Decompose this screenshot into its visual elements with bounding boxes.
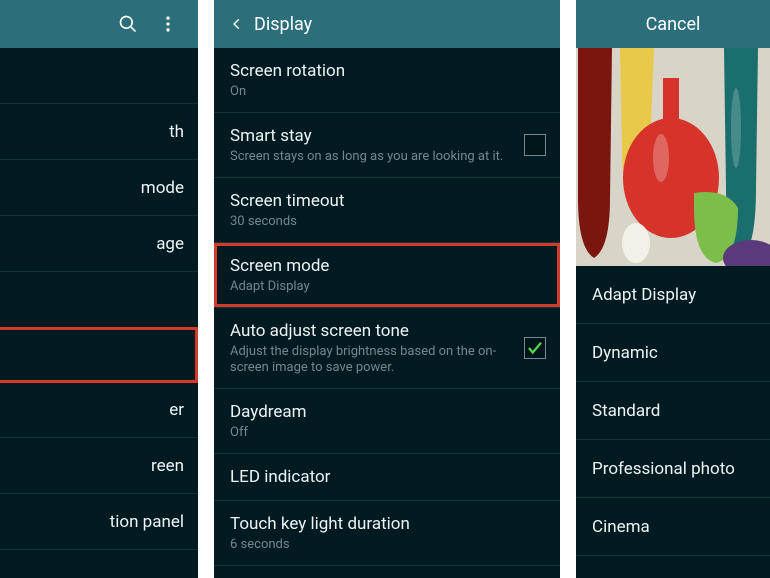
overflow-menu-icon[interactable]	[148, 0, 188, 48]
mode-option-adapt-display[interactable]: Adapt Display	[576, 266, 770, 324]
mode-option-label: Professional photo	[592, 459, 735, 479]
settings-header	[0, 0, 198, 48]
list-item[interactable]: th	[0, 104, 198, 160]
list-item[interactable]: reen	[0, 438, 198, 494]
mode-option-label: Adapt Display	[592, 285, 696, 305]
screen-mode-header: Cancel	[576, 0, 770, 48]
list-item-label: mode	[141, 178, 184, 198]
setting-smart-stay[interactable]: Smart stay Screen stays on as long as yo…	[214, 113, 560, 178]
setting-subtitle: 30 seconds	[230, 214, 544, 230]
back-icon[interactable]	[220, 0, 254, 48]
preview-image	[576, 48, 770, 266]
setting-screen-rotation[interactable]: Screen rotation On	[214, 48, 560, 113]
list-item-label: reen	[151, 456, 184, 476]
list-item-label: age	[156, 234, 184, 254]
setting-title: Smart stay	[230, 125, 512, 147]
list-item-label: th	[169, 122, 184, 142]
screen-mode-panel: Cancel	[576, 0, 770, 578]
mode-option-standard[interactable]: Standard	[576, 382, 770, 440]
cancel-button[interactable]: Cancel	[646, 14, 701, 35]
list-item-label: er	[169, 400, 184, 420]
settings-categories-list: th mode age er reen tion panel	[0, 48, 198, 578]
mode-option-label: Dynamic	[592, 343, 658, 363]
mode-option-cinema[interactable]: Cinema	[576, 498, 770, 556]
setting-screen-mode-highlighted[interactable]: Screen mode Adapt Display	[214, 243, 560, 308]
list-item-display-highlighted[interactable]	[0, 327, 198, 383]
list-item[interactable]: er	[0, 382, 198, 438]
list-item[interactable]	[0, 48, 198, 104]
setting-title: Daydream	[230, 401, 544, 423]
setting-touch-key-light-duration[interactable]: Touch key light duration 6 seconds	[214, 501, 560, 566]
setting-title: Screen timeout	[230, 190, 544, 212]
list-item[interactable]: age	[0, 216, 198, 272]
settings-list-panel: th mode age er reen tion panel	[0, 0, 198, 578]
list-item[interactable]: mode	[0, 160, 198, 216]
setting-title: Auto adjust screen tone	[230, 320, 512, 342]
mode-option-label: Cinema	[592, 517, 650, 537]
screen-mode-options: Adapt Display Dynamic Standard Professio…	[576, 266, 770, 578]
mode-option-dynamic[interactable]: Dynamic	[576, 324, 770, 382]
setting-subtitle: 6 seconds	[230, 537, 544, 553]
setting-auto-adjust-screen-tone[interactable]: Auto adjust screen tone Adjust the displ…	[214, 308, 560, 389]
list-item[interactable]	[0, 272, 198, 328]
display-settings-list: Screen rotation On Smart stay Screen sta…	[214, 48, 560, 578]
setting-subtitle: Screen stays on as long as you are looki…	[230, 149, 512, 165]
setting-title: Touch key light duration	[230, 513, 544, 535]
checkbox-checked[interactable]	[524, 337, 546, 359]
mode-option-professional-photo[interactable]: Professional photo	[576, 440, 770, 498]
setting-subtitle: On	[230, 84, 544, 100]
setting-subtitle: Off	[230, 425, 544, 441]
display-header: Display	[214, 0, 560, 48]
display-settings-panel: Display Screen rotation On Smart stay Sc…	[214, 0, 560, 578]
checkbox-unchecked[interactable]	[524, 134, 546, 156]
setting-title: Screen rotation	[230, 60, 544, 82]
display-header-title: Display	[254, 14, 312, 35]
setting-screen-timeout[interactable]: Screen timeout 30 seconds	[214, 178, 560, 243]
mode-option-label: Standard	[592, 401, 660, 421]
setting-led-indicator[interactable]: LED indicator	[214, 454, 560, 501]
setting-title: Screen mode	[230, 255, 544, 277]
setting-daydream[interactable]: Daydream Off	[214, 389, 560, 454]
search-icon[interactable]	[108, 0, 148, 48]
setting-subtitle: Adapt Display	[230, 279, 544, 295]
list-item[interactable]: tion panel	[0, 494, 198, 550]
setting-subtitle: Adjust the display brightness based on t…	[230, 344, 512, 376]
setting-title: LED indicator	[230, 466, 544, 488]
list-item-label: tion panel	[110, 512, 184, 532]
